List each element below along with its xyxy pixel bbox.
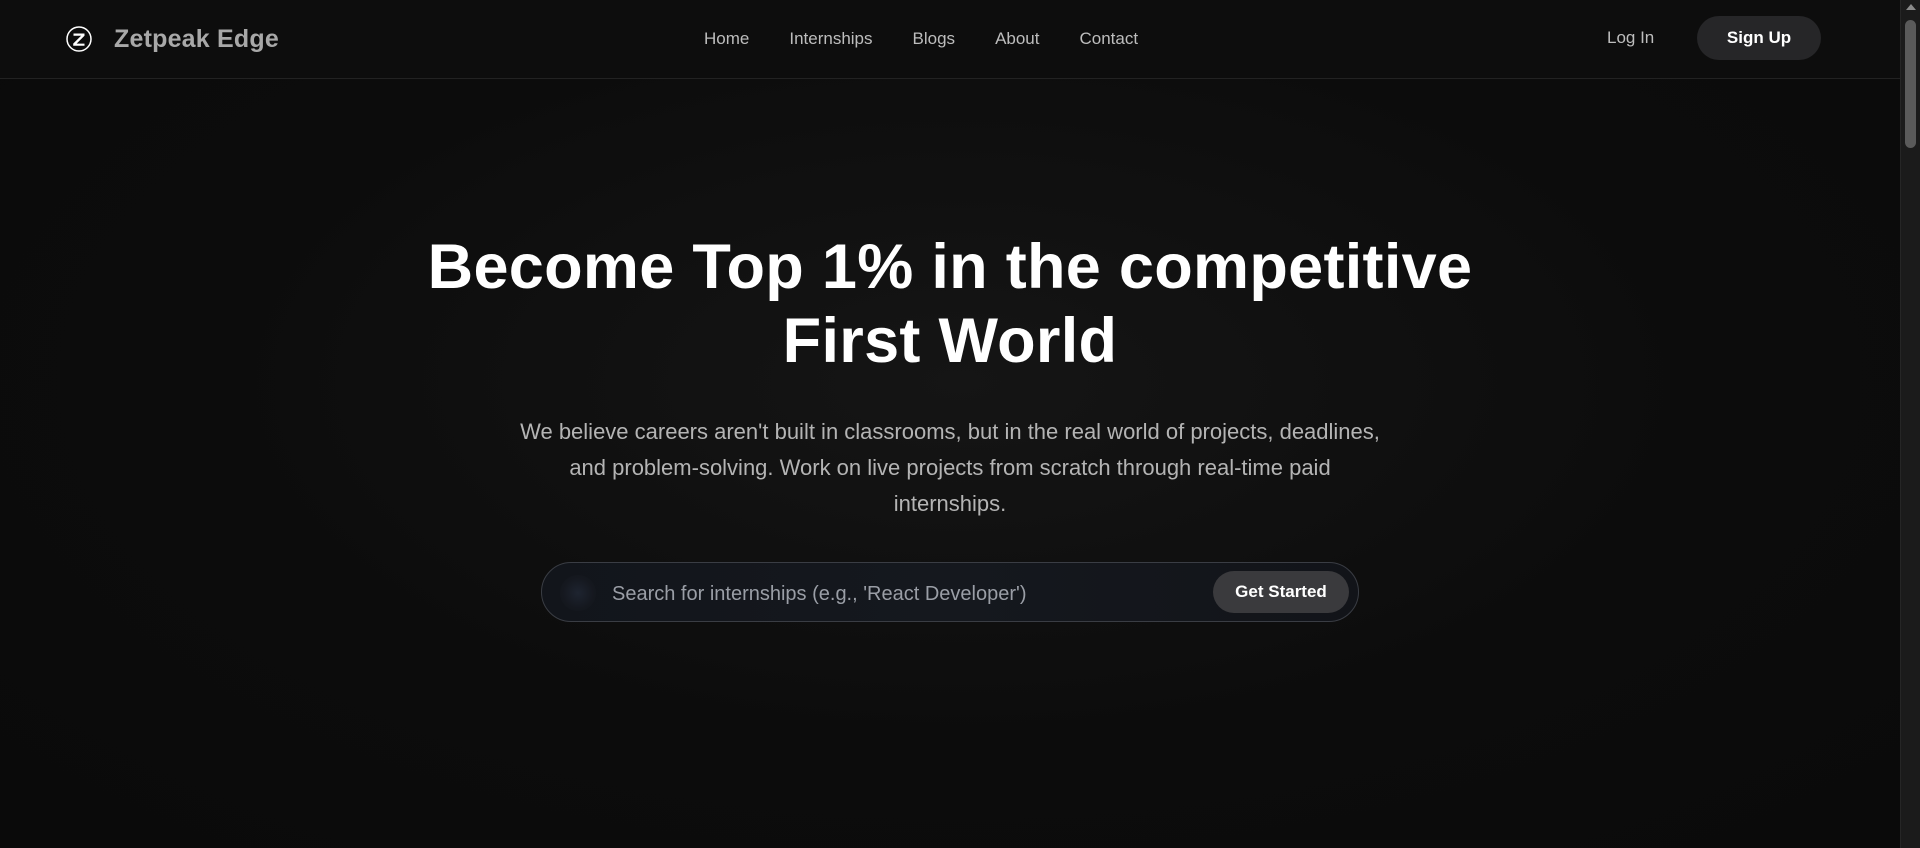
hero-subtitle: We believe careers aren't built in class… [460,414,1440,522]
main-nav: Home Internships Blogs About Contact [704,27,1178,51]
hero-title-line-1: Become Top 1% in the competitive [427,232,1473,302]
brand-name: Zetpeak Edge [114,24,279,53]
nav-home-link[interactable]: Home [704,27,749,51]
scrollbar-thumb[interactable] [1905,20,1916,148]
scroll-up-arrow-icon[interactable] [1906,4,1916,10]
hero-title: Become Top 1% in the competitive First W… [350,230,1550,378]
login-link[interactable]: Log In [1607,26,1654,50]
nav-blogs-link[interactable]: Blogs [913,27,956,51]
get-started-button[interactable]: Get Started [1213,571,1349,613]
search-input[interactable] [610,577,1214,611]
signup-button[interactable]: Sign Up [1697,16,1821,60]
hero-subtitle-line-2: and problem-solving. Work on live projec… [569,455,1331,480]
nav-internships-link[interactable]: Internships [789,27,872,51]
nav-contact-link[interactable]: Contact [1080,27,1139,51]
z-logo-icon [66,26,92,52]
hero-title-line-2: First World [782,306,1118,376]
search-glow-icon [560,575,596,611]
hero-subtitle-line-1: We believe careers aren't built in class… [520,419,1380,444]
brand[interactable]: Zetpeak Edge [66,22,279,56]
vertical-scrollbar[interactable] [1900,0,1920,848]
page: Zetpeak Edge Home Internships Blogs Abou… [0,0,1920,848]
navbar: Zetpeak Edge Home Internships Blogs Abou… [0,0,1900,79]
hero-subtitle-line-3: internships. [893,491,1007,516]
search-bar: Get Started [541,562,1359,622]
nav-about-link[interactable]: About [995,27,1039,51]
